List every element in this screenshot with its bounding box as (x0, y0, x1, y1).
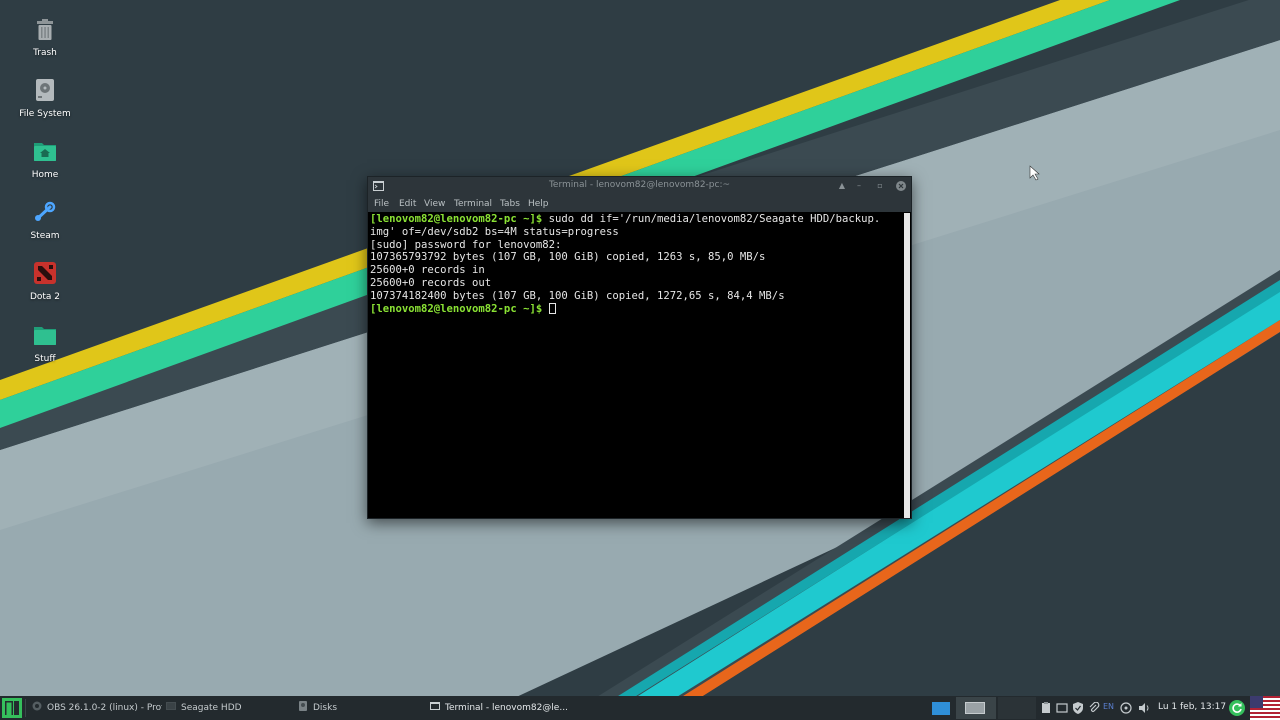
task-obs[interactable]: OBS 26.1.0-2 (linux) - Profi... (32, 696, 162, 720)
task-seagate-hdd[interactable]: Seagate HDD (166, 696, 286, 720)
home-folder-icon (34, 143, 56, 161)
desktop-icon-label: File System (19, 109, 71, 119)
workspace-3[interactable] (998, 697, 1036, 719)
network-icon[interactable] (1120, 702, 1132, 714)
taskbar-separator (25, 699, 26, 717)
terminal-output[interactable]: [lenovom82@lenovom82-pc ~]$ sudo dd if='… (370, 213, 903, 518)
window-titlebar[interactable]: Terminal - lenovom82@lenovom82-pc:~ ▲ – … (368, 177, 911, 196)
desktop-icon-stuff[interactable]: Stuff (8, 322, 82, 364)
minimize-button[interactable]: – (853, 180, 865, 192)
output-line: 107374182400 bytes (107 GB, 100 GiB) cop… (370, 289, 785, 302)
task-label: Seagate HDD (181, 703, 242, 713)
output-line: 107365793792 bytes (107 GB, 100 GiB) cop… (370, 251, 766, 264)
workspace-2[interactable] (956, 697, 996, 719)
taskbar: OBS 26.1.0-2 (linux) - Profi... Seagate … (0, 696, 1280, 720)
task-label: Disks (313, 703, 338, 713)
update-icon[interactable] (1229, 700, 1245, 716)
desktop-icon-label: Home (31, 170, 59, 180)
shade-button[interactable]: ▲ (836, 180, 848, 192)
steam-icon (35, 201, 56, 221)
trash-icon (37, 19, 53, 40)
workspace-1[interactable] (932, 702, 950, 715)
final-prompt-line: [lenovom82@lenovom82-pc ~]$ (370, 302, 903, 316)
desktop-icon-trash[interactable]: Trash (8, 16, 82, 58)
shield-icon[interactable] (1072, 702, 1084, 714)
drive-icon (36, 79, 54, 101)
command-continuation: img' of=/dev/sdb2 bs=4M status=progress (370, 225, 619, 238)
close-button[interactable] (895, 180, 907, 192)
menu-file[interactable]: File (374, 199, 389, 209)
desktop-icon-dota2[interactable]: Dota 2 (8, 260, 82, 302)
desktop-icon-steam[interactable]: Steam (8, 199, 82, 241)
task-label: Terminal - lenovom82@le... (445, 703, 568, 713)
output-line: 25600+0 records out (370, 276, 492, 289)
window-title: Terminal - lenovom82@lenovom82-pc:~ (548, 180, 731, 190)
output-line: [sudo] password for lenovom82: (370, 238, 562, 251)
keyboard-layout[interactable]: EN (1103, 702, 1114, 711)
attachment-icon[interactable] (1088, 702, 1100, 714)
desktop-icon-label: Trash (33, 48, 57, 58)
text-cursor (548, 302, 556, 314)
task-disks[interactable]: Disks (298, 696, 418, 720)
command-text: sudo dd if='/run/media/lenovom82/Seagate… (542, 213, 881, 225)
maximize-button[interactable]: ▫ (874, 180, 886, 192)
drive-icon (166, 702, 176, 710)
shell-prompt: [lenovom82@lenovom82-pc ~]$ (370, 213, 543, 225)
task-terminal[interactable]: Terminal - lenovom82@le... (430, 696, 570, 720)
manjaro-menu-icon[interactable] (2, 698, 22, 718)
desktop-icon-label: Stuff (34, 354, 56, 364)
workspace-window-thumb (965, 702, 985, 714)
scrollbar[interactable] (904, 213, 910, 518)
menu-help[interactable]: Help (528, 199, 549, 209)
clock[interactable]: Lu 1 feb, 13:17 (1158, 702, 1226, 712)
folder-icon (34, 327, 56, 345)
command-line: [lenovom82@lenovom82-pc ~]$ sudo dd if='… (370, 213, 903, 226)
terminal-window[interactable]: Terminal - lenovom82@lenovom82-pc:~ ▲ – … (367, 176, 912, 519)
menu-terminal[interactable]: Terminal (454, 199, 492, 209)
volume-icon[interactable] (1138, 702, 1150, 714)
desktop-icon-label: Steam (30, 231, 60, 241)
desktop-icon-file-system[interactable]: File System (8, 77, 82, 119)
menu-view[interactable]: View (424, 199, 445, 209)
output-line: 25600+0 records in (370, 264, 485, 277)
clipboard-icon[interactable] (1040, 702, 1052, 714)
desktop-icon-home[interactable]: Home (8, 138, 82, 180)
menu-tabs[interactable]: Tabs (500, 199, 520, 209)
menu-edit[interactable]: Edit (399, 199, 416, 209)
us-flag-icon[interactable] (1250, 696, 1280, 720)
task-label: OBS 26.1.0-2 (linux) - Profi... (47, 703, 162, 713)
dota2-icon (34, 262, 56, 284)
obs-icon (32, 701, 42, 711)
desktop-icon-label: Dota 2 (29, 292, 61, 302)
window-icon[interactable] (1056, 702, 1068, 714)
disks-icon (299, 701, 307, 711)
shell-prompt: [lenovom82@lenovom82-pc ~]$ (370, 302, 543, 315)
menubar: File Edit View Terminal Tabs Help (368, 196, 911, 212)
terminal-icon (430, 702, 440, 710)
